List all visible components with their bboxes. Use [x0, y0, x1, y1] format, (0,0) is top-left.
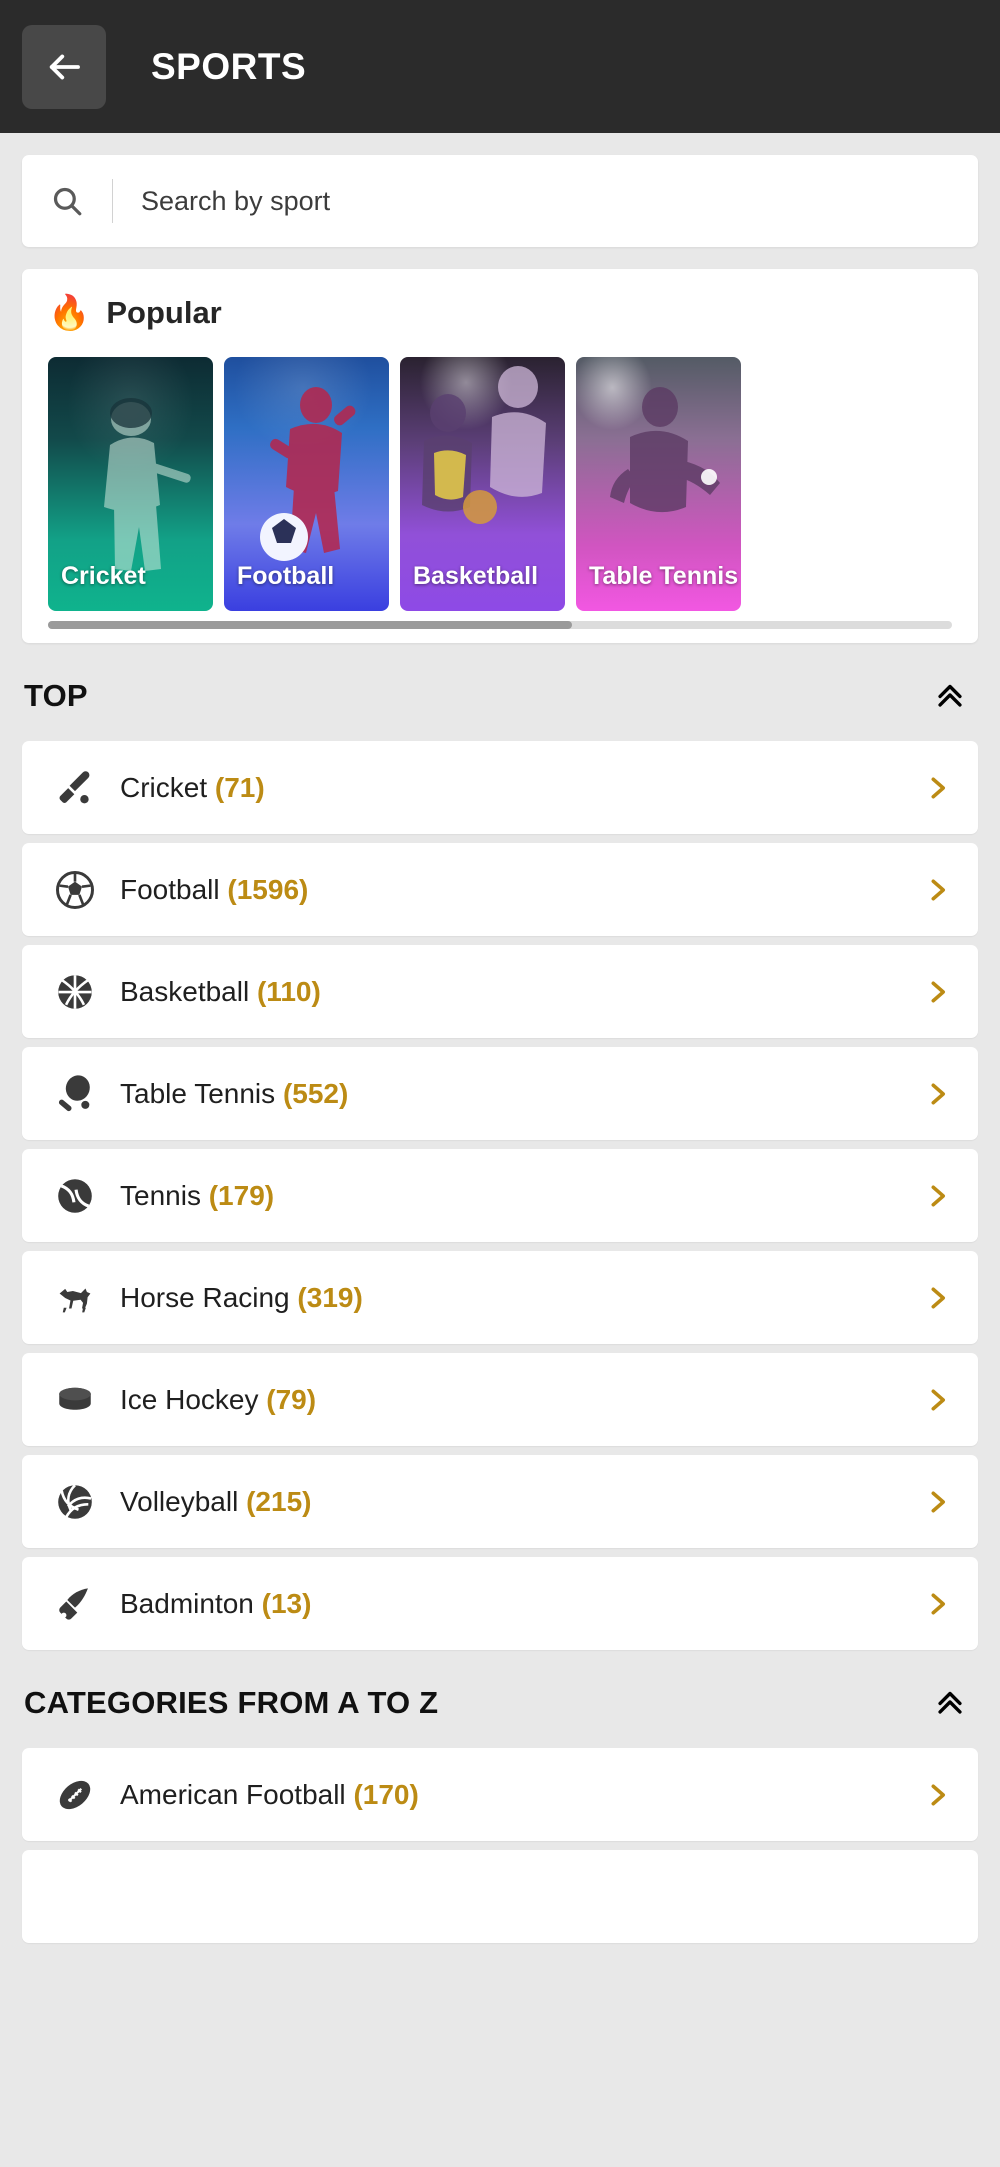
popular-header: 🔥 Popular	[22, 295, 978, 331]
horse-icon	[52, 1275, 98, 1321]
list-item[interactable]: Horse Racing (319)	[22, 1251, 978, 1344]
popular-card-label: Table Tennis	[589, 562, 739, 590]
search-input[interactable]	[113, 185, 978, 217]
list-item-count: (319)	[297, 1281, 363, 1313]
chevron-right-icon[interactable]	[922, 1589, 952, 1619]
back-button[interactable]	[22, 24, 106, 109]
list-item-label: Tennis (179)	[120, 1179, 275, 1211]
shuttlecock-icon	[52, 1581, 98, 1627]
search-icon	[22, 184, 112, 218]
search-bar[interactable]	[22, 155, 978, 247]
popular-title: Popular	[106, 295, 222, 330]
app-bar: SPORTS	[0, 0, 1000, 133]
list-item-label: Horse Racing (319)	[120, 1281, 363, 1313]
list-item-count: (179)	[208, 1179, 275, 1211]
list-item[interactable]: Ice Hockey (79)	[22, 1353, 978, 1446]
chevron-double-up-icon	[933, 678, 967, 715]
list-item[interactable]: Football (1596)	[22, 843, 978, 936]
cricket-bat-icon	[52, 765, 98, 811]
list-item[interactable]: Basketball (110)	[22, 945, 978, 1038]
list-item[interactable]: Tennis (179)	[22, 1149, 978, 1242]
popular-card-label: Football	[237, 562, 335, 590]
collapse-button-top[interactable]	[924, 673, 976, 719]
popular-card-cricket[interactable]: Cricket	[48, 357, 213, 611]
popular-card-table-tennis[interactable]: Table Tennis	[576, 357, 741, 611]
section-header-top: TOP	[22, 643, 978, 741]
list-item-partial[interactable]	[22, 1850, 978, 1943]
popular-card-football[interactable]: Football	[224, 357, 389, 611]
sport-list-a-to-z: American Football (170)	[22, 1748, 978, 1943]
list-item-label: Basketball (110)	[120, 975, 321, 1007]
popular-carousel[interactable]: Cricket Football Basketball Table Tennis	[22, 357, 978, 611]
list-item-count: (110)	[256, 975, 321, 1007]
chevron-right-icon[interactable]	[922, 1487, 952, 1517]
list-item[interactable]: Cricket (71)	[22, 741, 978, 834]
hockey-puck-icon	[52, 1377, 98, 1423]
carousel-scrollbar-thumb[interactable]	[48, 621, 573, 629]
list-item-count: (79)	[266, 1383, 317, 1415]
chevron-right-icon[interactable]	[922, 1079, 952, 1109]
chevron-right-icon[interactable]	[922, 773, 952, 803]
list-item-count: (13)	[261, 1587, 312, 1619]
list-item-count: (552)	[282, 1077, 349, 1109]
chevron-right-icon[interactable]	[922, 1385, 952, 1415]
list-item[interactable]: Badminton (13)	[22, 1557, 978, 1650]
chevron-right-icon[interactable]	[922, 875, 952, 905]
list-item[interactable]: Volleyball (215)	[22, 1455, 978, 1548]
popular-card-label: Cricket	[61, 562, 146, 590]
popular-panel: 🔥 Popular Cricket Football Basketball Ta…	[22, 269, 978, 643]
list-item-count: (215)	[246, 1485, 312, 1517]
list-item-label: American Football (170)	[120, 1778, 419, 1810]
chevron-right-icon[interactable]	[922, 1181, 952, 1211]
list-item[interactable]: American Football (170)	[22, 1748, 978, 1841]
page-title: SPORTS	[151, 45, 307, 87]
carousel-scrollbar[interactable]	[48, 621, 952, 629]
list-item-label: Cricket (71)	[120, 771, 265, 803]
section-header-a-to-z: CATEGORIES FROM A TO Z	[22, 1650, 978, 1748]
volleyball-icon	[52, 1479, 98, 1525]
tennis-ball-icon	[52, 1173, 98, 1219]
list-item-label: Volleyball (215)	[120, 1485, 312, 1517]
list-item[interactable]: Table Tennis (552)	[22, 1047, 978, 1140]
section-title: TOP	[24, 678, 88, 713]
chevron-right-icon[interactable]	[922, 977, 952, 1007]
popular-card-label: Basketball	[413, 562, 539, 590]
sport-list-top: Cricket (71) Football (1596) Basketball …	[22, 741, 978, 1650]
chevron-right-icon[interactable]	[922, 1283, 952, 1313]
list-item-count: (71)	[214, 771, 265, 803]
chevron-double-up-icon	[933, 1685, 967, 1722]
popular-card-basketball[interactable]: Basketball	[400, 357, 565, 611]
soccer-ball-artwork	[260, 513, 308, 561]
list-item-label: Badminton (13)	[120, 1587, 312, 1619]
list-item-count: (170)	[353, 1778, 419, 1810]
list-item-label: Table Tennis (552)	[120, 1077, 349, 1109]
list-item-label: Football (1596)	[120, 873, 309, 905]
american-football-icon	[52, 1772, 98, 1818]
collapse-button-a-to-z[interactable]	[924, 1680, 976, 1726]
arrow-left-icon	[43, 46, 85, 88]
fire-icon: 🔥	[48, 294, 91, 332]
list-item-count: (1596)	[227, 873, 309, 905]
section-title: CATEGORIES FROM A TO Z	[24, 1685, 439, 1720]
list-item-label: Ice Hockey (79)	[120, 1383, 317, 1415]
soccer-ball-icon	[52, 867, 98, 913]
chevron-right-icon[interactable]	[922, 1780, 952, 1810]
ping-pong-paddle-icon	[52, 1071, 98, 1117]
basketball-icon	[52, 969, 98, 1015]
